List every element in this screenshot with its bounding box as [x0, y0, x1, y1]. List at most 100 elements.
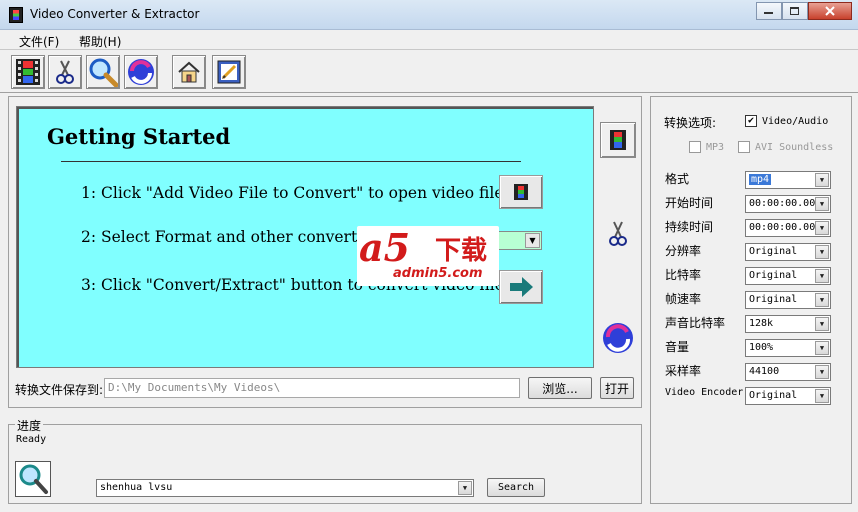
sample-rate-select[interactable]: 44100 ▼ — [745, 363, 831, 381]
inline-convert-button[interactable] — [499, 270, 543, 304]
side-convert-button[interactable] — [600, 320, 636, 356]
checkmark-icon: ✔ — [745, 115, 757, 127]
format-label: 格式 — [665, 172, 690, 186]
refresh-icon — [603, 323, 633, 353]
volume-label: 音量 — [665, 340, 690, 354]
resolution-label: 分辨率 — [665, 244, 702, 258]
close-icon — [825, 6, 835, 16]
framerate-select[interactable]: Original ▼ — [745, 291, 831, 309]
duration-label: 持续时间 — [665, 220, 714, 234]
chevron-down-icon: ▼ — [815, 365, 829, 379]
chevron-down-icon: ▼ — [815, 293, 829, 307]
app-film-icon — [9, 7, 23, 23]
minimize-button[interactable] — [756, 2, 782, 20]
options-title: 转换选项: — [664, 116, 717, 130]
title-bar: Video Converter & Extractor — [0, 0, 858, 30]
chevron-down-icon: ▼ — [815, 197, 829, 211]
maximize-button[interactable] — [782, 2, 808, 20]
start-time-label: 开始时间 — [665, 196, 714, 210]
progress-legend: 进度 — [15, 417, 44, 434]
audio-bitrate-label: 声音比特率 — [665, 316, 726, 330]
video-encoder-label: Video Encoder — [665, 387, 744, 398]
video-encoder-value: Original — [749, 390, 798, 401]
format-value: mp4 — [749, 174, 772, 185]
chevron-down-icon: ▼ — [525, 233, 540, 248]
chevron-down-icon: ▼ — [815, 221, 829, 235]
start-time-value: 00:00:00.00 — [749, 198, 816, 209]
mp3-checkbox[interactable]: MP3 — [689, 141, 724, 153]
chevron-down-icon: ▼ — [815, 389, 829, 403]
minimize-icon — [764, 12, 773, 14]
save-to-label: 转换文件保存到: — [15, 383, 104, 397]
duration-input[interactable]: 00:00:00.00 ▼ — [745, 219, 831, 237]
chevron-down-icon: ▼ — [458, 481, 472, 495]
watermark-site: admin5.com — [393, 266, 483, 281]
inline-format-select[interactable]: ▼ — [498, 231, 542, 250]
open-folder-button[interactable]: 打开 — [600, 377, 634, 399]
window-title: Video Converter & Extractor — [30, 7, 200, 21]
add-video-button[interactable] — [11, 55, 45, 89]
search-button-text[interactable]: Search — [487, 478, 545, 497]
avi-soundless-label: AVI Soundless — [755, 141, 834, 153]
volume-select[interactable]: 100% ▼ — [745, 339, 831, 357]
watermark-download: 下载 — [435, 236, 488, 266]
scissors-icon — [56, 60, 74, 84]
sample-rate-value: 44100 — [749, 366, 780, 377]
sample-rate-label: 采样率 — [665, 364, 702, 378]
browse-button[interactable]: 浏览... — [528, 377, 592, 399]
title-divider — [61, 161, 521, 162]
step-2-text: 2: Select Format and other convert op — [81, 228, 382, 246]
progress-status: Ready — [16, 434, 47, 445]
film-icon — [610, 130, 626, 150]
film-icon — [16, 59, 40, 85]
getting-started-title: Getting Started — [47, 124, 231, 149]
framerate-value: Original — [749, 294, 798, 305]
format-select[interactable]: mp4 ▼ — [745, 171, 831, 189]
bitrate-value: Original — [749, 270, 798, 281]
audio-bitrate-select[interactable]: 128k ▼ — [745, 315, 831, 333]
menu-help[interactable]: 帮助(H) — [79, 33, 121, 50]
refresh-icon — [128, 59, 154, 85]
chevron-down-icon: ▼ — [815, 317, 829, 331]
audio-bitrate-value: 128k — [749, 318, 774, 329]
volume-value: 100% — [749, 342, 774, 353]
menu-file[interactable]: 文件(F) — [19, 33, 59, 50]
inline-add-video-button[interactable] — [499, 175, 543, 209]
search-image — [15, 461, 51, 497]
video-encoder-select[interactable]: Original ▼ — [745, 387, 831, 405]
chevron-down-icon: ▼ — [815, 245, 829, 259]
scissors-icon — [609, 221, 627, 246]
magnifier-icon — [89, 58, 118, 87]
side-add-video-button[interactable] — [600, 122, 636, 158]
step-1-text: 1: Click "Add Video File to Convert" to … — [81, 184, 504, 202]
cut-button[interactable] — [48, 55, 82, 89]
arrow-right-icon — [510, 277, 533, 297]
side-cut-button[interactable] — [600, 216, 636, 252]
toolbar — [0, 51, 858, 93]
magnifier-icon — [19, 464, 48, 494]
window-controls — [756, 2, 852, 20]
home-button[interactable] — [172, 55, 206, 89]
home-icon — [178, 61, 200, 83]
menu-bar: 文件(F) 帮助(H) — [0, 30, 858, 50]
watermark-a5: a5 — [359, 225, 411, 270]
resolution-select[interactable]: Original ▼ — [745, 243, 831, 261]
search-button[interactable] — [86, 55, 120, 89]
convert-button[interactable] — [124, 55, 158, 89]
maximize-icon — [790, 6, 799, 15]
film-icon — [514, 184, 528, 200]
video-audio-checkbox[interactable]: ✔ Video/Audio — [745, 115, 828, 127]
bitrate-select[interactable]: Original ▼ — [745, 267, 831, 285]
close-button[interactable] — [808, 2, 852, 20]
avi-soundless-checkbox[interactable]: AVI Soundless — [738, 141, 833, 153]
watermark-logo: a5 下载 admin5.com — [357, 226, 499, 286]
mp3-label: MP3 — [706, 141, 725, 153]
chevron-down-icon: ▼ — [815, 269, 829, 283]
start-time-input[interactable]: 00:00:00.00 ▼ — [745, 195, 831, 213]
edit-button[interactable] — [212, 55, 246, 89]
output-path-input[interactable]: D:\My Documents\My Videos\ — [104, 378, 520, 398]
search-combo[interactable]: shenhua lvsu ▼ — [96, 479, 474, 497]
resolution-value: Original — [749, 246, 798, 257]
search-combo-value: shenhua lvsu — [100, 482, 173, 493]
duration-value: 00:00:00.00 — [749, 222, 816, 233]
